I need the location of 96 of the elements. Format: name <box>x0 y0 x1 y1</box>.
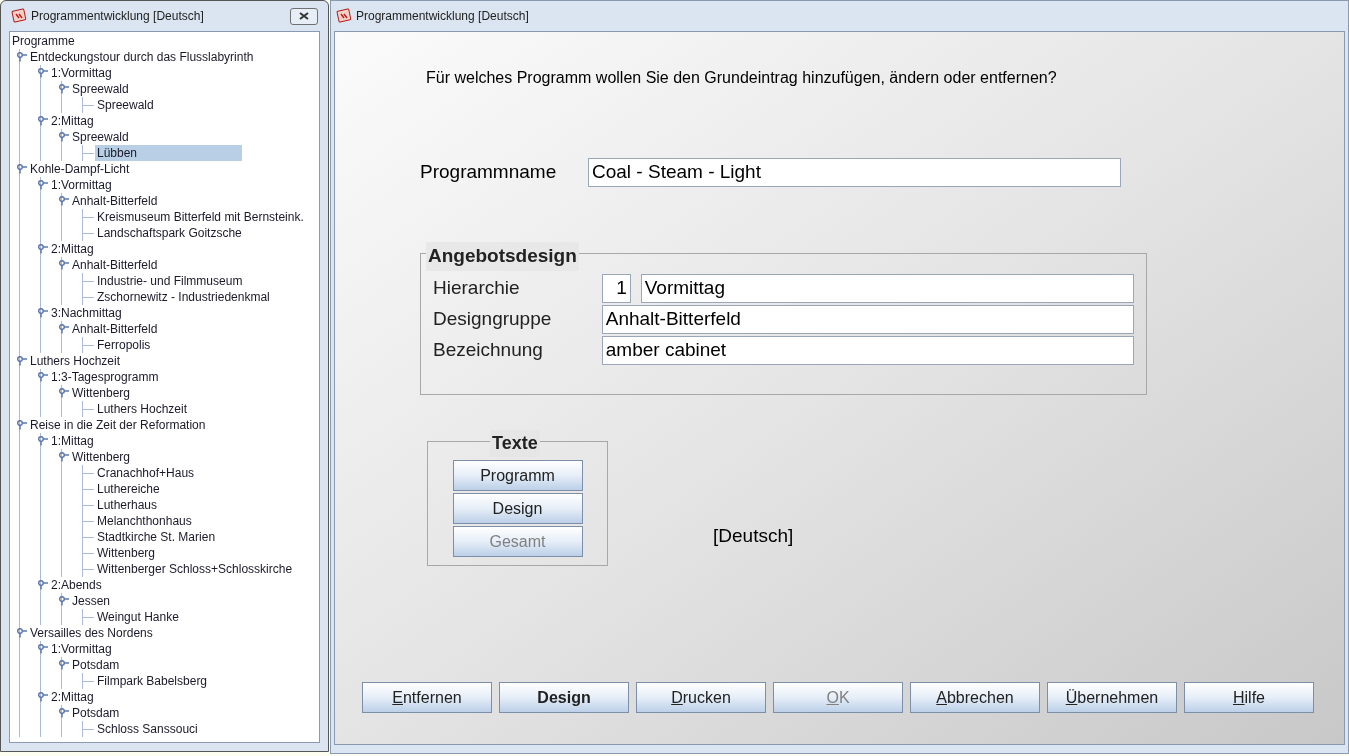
tree-item[interactable]: 1:Vormittag <box>49 65 114 81</box>
tree-handle-icon[interactable] <box>38 116 48 126</box>
tree-handle-icon[interactable] <box>17 628 27 638</box>
tree-handle-icon[interactable] <box>38 180 48 190</box>
tree-item[interactable]: Anhalt-Bitterfeld <box>70 321 160 337</box>
tree-handle-icon[interactable] <box>38 372 48 382</box>
tree-item[interactable]: Filmpark Babelsberg <box>95 673 210 689</box>
tree-handle-icon[interactable] <box>38 68 48 78</box>
tree-handle-icon[interactable] <box>59 708 69 718</box>
tree-handle-icon[interactable] <box>38 436 48 446</box>
field-label: Designgruppe <box>433 307 553 332</box>
tree-handle-icon[interactable] <box>38 580 48 590</box>
field-label: Bezeichnung <box>433 338 544 363</box>
tree-handle-icon[interactable] <box>59 132 69 142</box>
tree-handle-icon[interactable] <box>38 692 48 702</box>
tree-item[interactable]: Luthers Hochzeit <box>95 401 190 417</box>
tree-item[interactable]: Potsdam <box>70 657 122 673</box>
tree-handle-icon[interactable] <box>17 164 27 174</box>
tree-handle-icon[interactable] <box>59 196 69 206</box>
tree-handle-icon[interactable] <box>17 356 27 366</box>
tree-item[interactable]: 1:Mittag <box>49 433 96 449</box>
tree-item[interactable]: Zschornewitz - Industriedenkmal <box>95 289 272 305</box>
program-name-field[interactable]: Coal - Steam - Light <box>588 158 1121 187</box>
tree-item[interactable]: Potsdam <box>70 705 122 721</box>
tree-item[interactable]: Lutherhaus <box>95 497 160 513</box>
tree-item[interactable]: 2:Mittag <box>49 241 96 257</box>
tree-item[interactable]: Wittenberger Schloss+Schlosskirche <box>95 561 295 577</box>
tree-handle-icon[interactable] <box>38 244 48 254</box>
window-title: Programmentwicklung [Deutsch] <box>31 8 204 25</box>
tree-item[interactable]: Kohle-Dampf-Licht <box>28 161 132 177</box>
tree-item[interactable]: 1:3-Tagesprogramm <box>49 369 161 385</box>
tree-item[interactable]: Spreewald <box>95 97 156 113</box>
dialog-button[interactable]: Entfernen <box>362 682 492 713</box>
tree-handle-icon[interactable] <box>17 420 27 430</box>
tree-handle-icon[interactable] <box>59 452 69 462</box>
question-text: Für welches Programm wollen Sie den Grundeintrag hinzufügen, ändern oder entfernen? <box>426 68 1058 88</box>
group-title: Texte <box>490 430 540 457</box>
hierarchy-field[interactable]: Vormittag <box>640 274 1134 303</box>
tree-item[interactable]: Industrie- und Filmmuseum <box>95 273 245 289</box>
text-button[interactable]: Design <box>452 493 583 524</box>
tree-item[interactable]: Lübben <box>95 145 242 161</box>
app-icon <box>11 8 27 24</box>
tree-handle-icon[interactable] <box>59 84 69 94</box>
dialog-button[interactable]: Drucken <box>636 682 766 713</box>
window-title: Programmentwicklung [Deutsch] <box>356 8 529 25</box>
tree-item[interactable]: Weingut Hanke <box>95 609 181 625</box>
language-label: [Deutsch] <box>713 523 794 548</box>
tree-handle-icon[interactable] <box>59 324 69 334</box>
tree-item[interactable]: Luthers Hochzeit <box>28 353 123 369</box>
tree-item[interactable]: Anhalt-Bitterfeld <box>70 257 160 273</box>
tree-item[interactable]: 3:Nachmittag <box>49 305 124 321</box>
text-button[interactable]: Programm <box>452 460 583 491</box>
field-label: Hierarchie <box>433 276 521 301</box>
tree-handle-icon[interactable] <box>38 308 48 318</box>
tree-item[interactable]: Kreismuseum Bitterfeld mit Bernsteink. <box>95 209 306 225</box>
tree-item[interactable]: Wittenberg <box>95 545 158 561</box>
dialog-button[interactable]: Abbrechen <box>910 682 1040 713</box>
tree-item[interactable]: Luthereiche <box>95 481 162 497</box>
tree-item[interactable]: Landschaftspark Goitzsche <box>95 225 244 241</box>
tree-handle-icon[interactable] <box>17 52 27 62</box>
tree-handle-icon[interactable] <box>59 260 69 270</box>
tree-item[interactable]: Jessen <box>70 593 113 609</box>
close-button[interactable] <box>290 7 318 25</box>
tree-handle-icon[interactable] <box>59 660 69 670</box>
dialog-button[interactable]: Übernehmen <box>1047 682 1177 713</box>
designation-field[interactable]: amber cabinet <box>601 336 1134 365</box>
field-label: Programmname <box>420 160 558 185</box>
tree-item[interactable]: Melanchthonhaus <box>95 513 194 529</box>
tree-item[interactable]: 1:Vormittag <box>49 177 114 193</box>
tree-item[interactable]: Anhalt-Bitterfeld <box>70 193 160 209</box>
design-group-field[interactable]: Anhalt-Bitterfeld <box>601 305 1134 334</box>
tree-item[interactable]: Reise in die Zeit der Reformation <box>28 417 208 433</box>
tree-item[interactable]: Ferropolis <box>95 337 153 353</box>
tree-item[interactable]: 2:Mittag <box>49 113 96 129</box>
tree-item[interactable]: 1:Vormittag <box>49 641 114 657</box>
tree-item[interactable]: Programme <box>11 33 76 49</box>
tree-handle-icon[interactable] <box>59 388 69 398</box>
tree-handle-icon[interactable] <box>59 596 69 606</box>
app-icon <box>336 8 352 24</box>
tree-item[interactable]: Stadtkirche St. Marien <box>95 529 218 545</box>
dialog-button[interactable]: Hilfe <box>1184 682 1314 713</box>
tree-item[interactable]: Wittenberg <box>70 449 133 465</box>
tree-item[interactable]: Cranachhof+Haus <box>95 465 197 481</box>
tree-item[interactable]: Schloss Sanssouci <box>95 721 200 737</box>
tree-item[interactable]: Spreewald <box>70 81 131 97</box>
tree-handle-icon[interactable] <box>38 644 48 654</box>
tree-item[interactable]: 2:Abends <box>49 577 104 593</box>
tree-item[interactable]: Versailles des Nordens <box>28 625 155 641</box>
hierarchy-number-field[interactable]: 1 <box>601 274 631 303</box>
group-title: Angebotsdesign <box>426 242 579 271</box>
close-icon <box>299 12 309 20</box>
tree-item[interactable]: Spreewald <box>70 129 131 145</box>
tree-item[interactable]: 2:Mittag <box>49 689 96 705</box>
dialog-button[interactable]: Design <box>499 682 629 713</box>
tree-item[interactable]: Entdeckungstour durch das Flusslabyrinth <box>28 49 256 65</box>
tree-item[interactable]: Wittenberg <box>70 385 133 401</box>
